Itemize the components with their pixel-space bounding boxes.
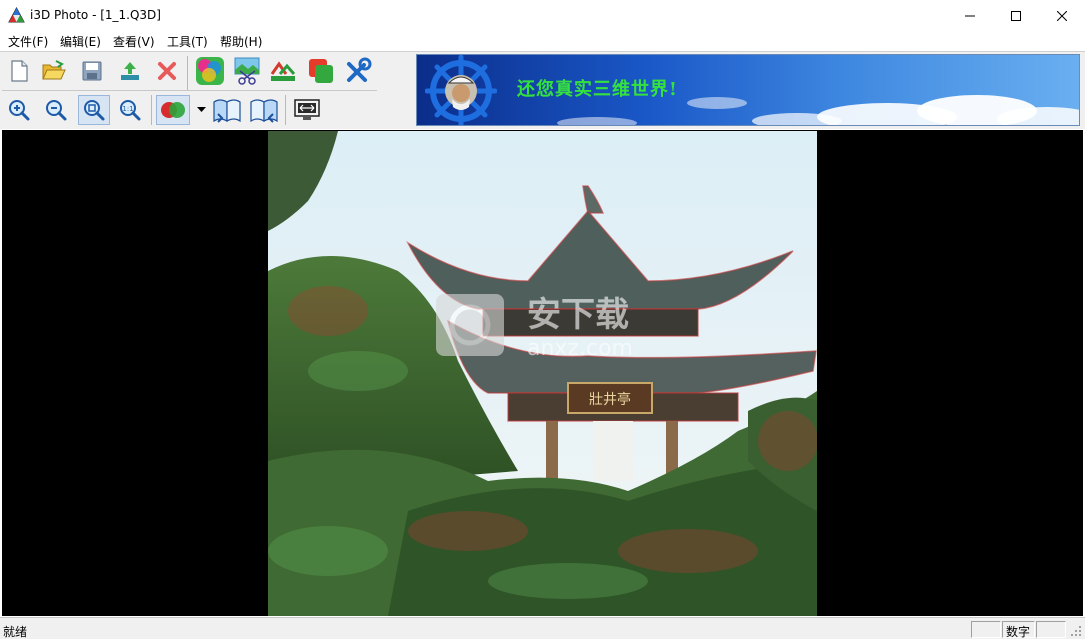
menu-file[interactable]: 文件(F) — [8, 33, 48, 50]
minimize-icon — [965, 15, 975, 16]
fullscreen-icon — [294, 99, 320, 120]
new-file-button[interactable] — [5, 57, 33, 85]
upload-button[interactable] — [116, 57, 144, 85]
close-button[interactable] — [1039, 0, 1085, 31]
title-bar: i3D Photo - [1_1.Q3D] — [0, 0, 1085, 31]
toolbar-separator — [187, 56, 188, 90]
stereo-adjust-icon — [270, 61, 296, 81]
book-right-icon — [250, 99, 278, 123]
toolbar-divider — [2, 90, 377, 91]
anaglyph-photo: 壯井亭 安下载 anxz.com — [268, 131, 817, 616]
menu-view[interactable]: 查看(V) — [113, 33, 155, 50]
menu-help[interactable]: 帮助(H) — [220, 33, 262, 50]
save-button[interactable] — [78, 57, 106, 85]
tools-icon — [347, 57, 372, 82]
image-cut-icon — [234, 57, 259, 85]
status-pane-empty — [1036, 621, 1066, 638]
color-effect-button[interactable] — [194, 55, 225, 86]
book-left-button[interactable] — [211, 95, 243, 125]
color-effect-icon — [195, 56, 224, 85]
image-viewer[interactable]: 壯井亭 安下载 anxz.com — [2, 130, 1083, 616]
maximize-button[interactable] — [993, 0, 1039, 31]
anaglyph-button[interactable] — [156, 95, 190, 125]
pavilion-sign: 壯井亭 — [589, 391, 631, 408]
status-pane-empty — [971, 621, 1001, 638]
watermark-cn: 安下载 — [527, 295, 629, 335]
pavilion-photo: 壯井亭 安下载 anxz.com — [268, 131, 817, 616]
zoom-fit-icon — [84, 100, 105, 121]
resize-grip-icon[interactable] — [1070, 625, 1082, 637]
book-left-icon — [213, 99, 241, 123]
delete-icon — [158, 62, 176, 80]
ship-wheel-logo-icon — [425, 55, 497, 125]
toolbar-separator — [285, 95, 286, 125]
layers-icon — [309, 59, 333, 83]
image-cut-button[interactable] — [232, 55, 263, 86]
minimize-button[interactable] — [947, 0, 993, 31]
save-icon — [82, 61, 102, 81]
open-folder-icon — [42, 60, 66, 80]
open-button[interactable] — [40, 57, 68, 85]
menu-bar: 文件(F) 编辑(E) 查看(V) 工具(T) 帮助(H) — [0, 31, 1085, 51]
watermark-en: anxz.com — [527, 336, 633, 361]
menu-tools[interactable]: 工具(T) — [167, 33, 208, 50]
layers-button[interactable] — [306, 56, 336, 86]
toolbar-separator — [151, 95, 152, 125]
status-text: 就绪 — [3, 625, 28, 639]
dropdown-arrow-icon — [196, 107, 206, 112]
upload-icon — [121, 62, 139, 80]
zoom-actual-button[interactable]: 1:1 — [116, 96, 144, 124]
svg-text:1:1: 1:1 — [122, 105, 133, 113]
app-logo-icon — [8, 7, 25, 23]
banner-slogan: 还您真实三维世界! — [517, 79, 678, 100]
status-bar: 就绪 数字 — [0, 617, 1085, 639]
stereo-adjust-button[interactable] — [269, 57, 297, 85]
maximize-icon — [1011, 10, 1021, 21]
new-file-icon — [11, 60, 28, 82]
zoom-out-button[interactable] — [42, 96, 70, 124]
zoom-fit-button[interactable] — [78, 95, 110, 125]
delete-button[interactable] — [153, 57, 181, 85]
zoom-in-icon — [9, 100, 30, 121]
window-title: i3D Photo - [1_1.Q3D] — [30, 8, 161, 22]
promo-banner[interactable]: 还您真实三维世界! — [416, 54, 1080, 126]
close-icon — [1057, 10, 1067, 21]
tools-button[interactable] — [343, 56, 373, 86]
status-num-indicator: 数字 — [1002, 621, 1035, 639]
book-right-button[interactable] — [248, 95, 280, 125]
fullscreen-button[interactable] — [292, 96, 322, 124]
zoom-out-icon — [46, 100, 67, 121]
menu-edit[interactable]: 编辑(E) — [60, 33, 101, 50]
zoom-actual-icon: 1:1 — [120, 100, 141, 121]
anaglyph-icon — [161, 102, 185, 118]
anaglyph-dropdown[interactable] — [193, 98, 209, 122]
zoom-in-button[interactable] — [5, 96, 33, 124]
